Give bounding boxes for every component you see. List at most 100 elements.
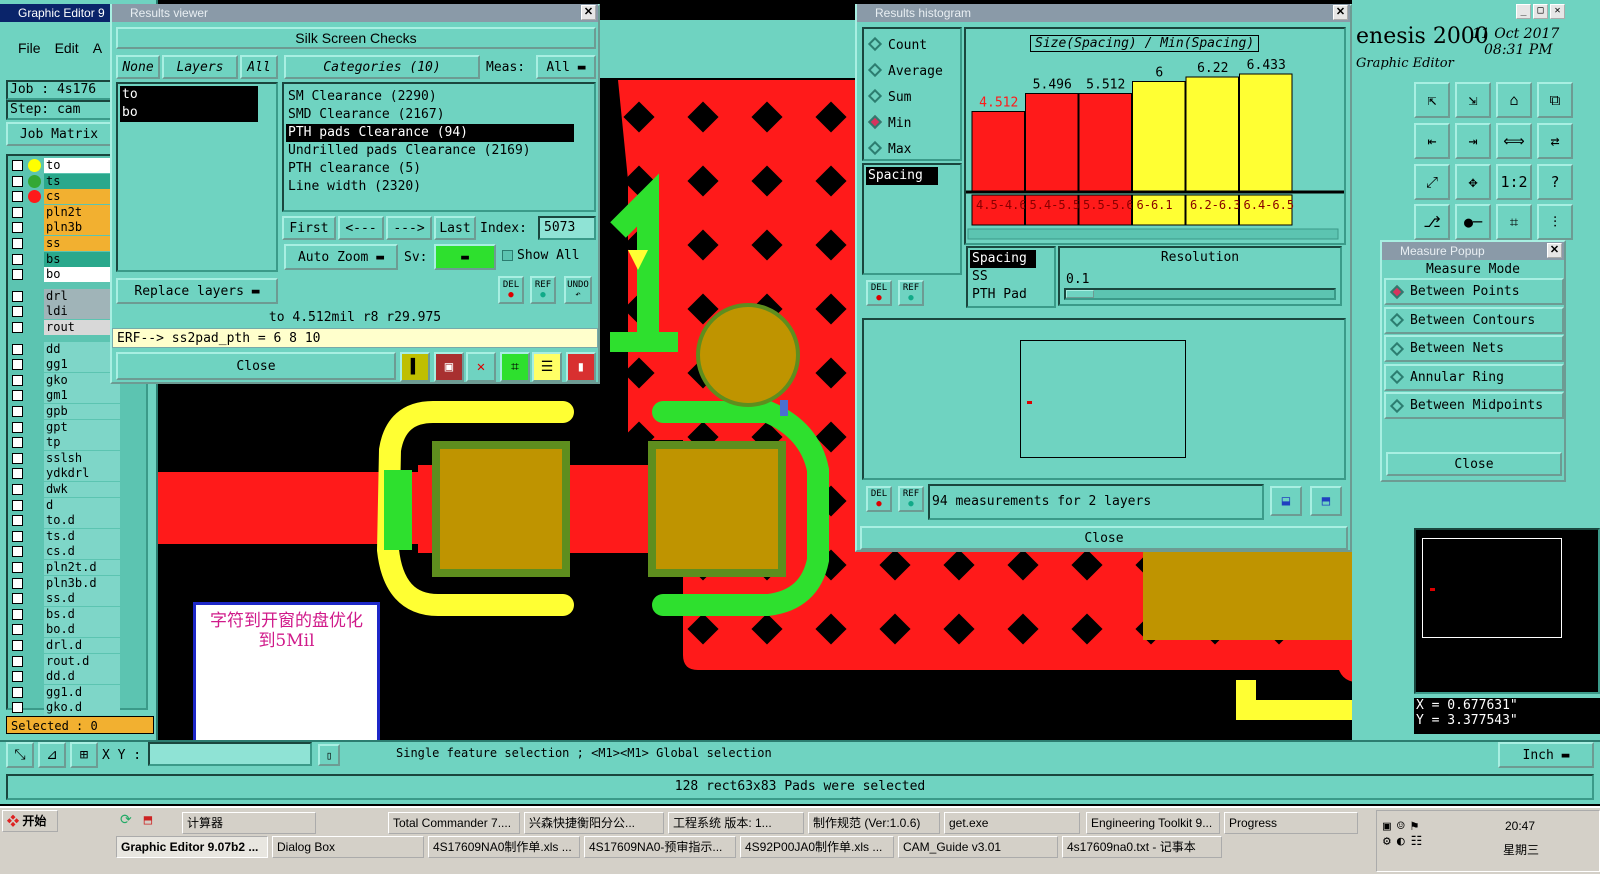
preview-del-icon[interactable]: DEL ●	[866, 486, 892, 512]
taskbar-item[interactable]: 4S92P00JA0制作单.xls ...	[740, 836, 894, 858]
maximize-icon[interactable]: □	[1533, 4, 1548, 19]
layer-row[interactable]: rout	[10, 320, 122, 335]
measure-mode-option[interactable]: Between Nets	[1384, 335, 1564, 362]
job-matrix-button[interactable]: Job Matrix	[6, 122, 112, 146]
category-item[interactable]: SMD Clearance (2167)	[286, 106, 592, 124]
layer-row[interactable]: ldi	[10, 304, 122, 320]
layer-checkbox[interactable]	[12, 160, 23, 171]
layer-color-icon[interactable]: ▌	[400, 352, 430, 382]
fit-icon[interactable]: ⤢	[1414, 163, 1450, 200]
category-list[interactable]: SM Clearance (2290) SMD Clearance (2167) P…	[282, 82, 596, 212]
none-button[interactable]: None	[116, 55, 160, 79]
select-mode-icon[interactable]: ⤡	[6, 742, 34, 768]
app-icon[interactable]: ⟳	[120, 812, 132, 828]
category-item[interactable]: SM Clearance (2290)	[286, 88, 592, 106]
layer-select-list[interactable]: to bo	[116, 82, 278, 272]
hist-del-icon[interactable]: DEL ●	[866, 280, 892, 306]
taskbar-item[interactable]: Total Commander 7....	[388, 812, 520, 834]
histogram-close-button[interactable]: Close	[860, 526, 1348, 550]
layer-row[interactable]: gg1.d	[10, 684, 122, 700]
measure-list[interactable]: Spacing SS PTH Pad	[966, 246, 1056, 308]
layer-row[interactable]: bs	[10, 251, 122, 267]
layer-row[interactable]: to.d	[10, 513, 122, 529]
replace-layers-select[interactable]: Replace layers ▬	[116, 278, 278, 304]
histogram-bar[interactable]	[1239, 73, 1293, 192]
step-icon[interactable]: ⧉	[1537, 82, 1573, 118]
start-button[interactable]: ❖ 开始	[2, 810, 58, 832]
layers-button[interactable]: Layers	[162, 55, 238, 79]
layer-row[interactable]: rout.d	[10, 653, 122, 669]
layer-row[interactable]: cs.d	[10, 544, 122, 560]
taskbar-item[interactable]: Engineering Toolkit 9...	[1086, 812, 1220, 834]
layer-checkbox[interactable]	[12, 222, 23, 234]
layer-checkbox[interactable]	[12, 515, 23, 527]
down-icon[interactable]: ⇲	[1455, 82, 1491, 118]
zoom-fit-icon[interactable]: ⟺	[1496, 122, 1532, 159]
taskbar-item[interactable]: 4S17609NA0-预审指示...	[584, 836, 736, 858]
layer-row[interactable]: dwk	[10, 482, 122, 497]
preview-ref-icon[interactable]: REF ●	[898, 486, 924, 512]
categories-button[interactable]: Categories (10)	[284, 55, 480, 79]
meas-select[interactable]: All ▬	[536, 55, 596, 79]
category-item[interactable]: Undrilled pads Clearance (2169)	[286, 142, 592, 160]
del-icon[interactable]: DEL ●	[498, 276, 524, 304]
minimap[interactable]	[1414, 528, 1600, 694]
pdf-icon[interactable]: ⬒	[144, 812, 152, 828]
layer-checkbox[interactable]	[12, 484, 23, 495]
layer-row[interactable]: bs.d	[10, 606, 122, 622]
layer-row[interactable]: cs	[10, 189, 122, 205]
layer-checkbox[interactable]	[12, 577, 23, 589]
layer-checkbox[interactable]	[12, 702, 23, 714]
layer-checkbox[interactable]	[12, 306, 23, 318]
histogram-bar[interactable]	[971, 111, 1025, 192]
layer-row[interactable]: pln3b.d	[10, 575, 122, 591]
layer-row[interactable]: drl.d	[10, 638, 122, 653]
layer-option[interactable]: to	[120, 86, 258, 104]
zoom-out-icon[interactable]: ⬒	[1310, 486, 1342, 516]
taskbar-item[interactable]: 工程系统 版本: 1...	[668, 812, 804, 834]
units-select[interactable]: Inch ▬	[1498, 742, 1594, 768]
layer-row[interactable]: gko.d	[10, 700, 122, 716]
display-icon[interactable]: ▣	[434, 352, 464, 382]
layer-row[interactable]: dd.d	[10, 669, 122, 685]
undo-icon[interactable]: UNDO ↶	[564, 276, 592, 304]
layer-checkbox[interactable]	[12, 269, 23, 281]
layer-checkbox[interactable]	[12, 191, 23, 203]
layer-checkbox[interactable]	[12, 359, 23, 371]
taskbar-item[interactable]: 4s17609na0.txt - 记事本	[1062, 836, 1222, 858]
snap-mode-icon[interactable]: ⊿	[38, 742, 66, 768]
layer-checkbox[interactable]	[12, 530, 23, 542]
layer-row[interactable]: gg1	[10, 357, 122, 373]
delete-mark-icon[interactable]: ✕	[466, 352, 496, 382]
histogram-bar[interactable]	[1132, 81, 1186, 192]
measure-mode-option[interactable]: Annular Ring	[1384, 363, 1564, 391]
layer-row[interactable]: gm1	[10, 388, 122, 404]
stat-option[interactable]: Average	[867, 59, 954, 85]
all-button[interactable]: All	[240, 55, 278, 79]
layer-checkbox[interactable]	[12, 238, 23, 249]
taskbar-item[interactable]: get.exe	[944, 812, 1080, 834]
home-icon[interactable]: ⌂	[1496, 82, 1532, 118]
histogram-scrollbar[interactable]	[967, 228, 1339, 240]
category-item[interactable]: Line width (2320)	[286, 178, 592, 196]
taskbar-item[interactable]: 计算器	[182, 812, 316, 834]
layer-row[interactable]: tp	[10, 435, 122, 451]
layer-row[interactable]: bo.d	[10, 622, 122, 638]
layer-row[interactable]: ts.d	[10, 528, 122, 544]
taskbar-item[interactable]: 4S17609NA0制作单.xls ...	[428, 836, 580, 858]
layer-checkbox[interactable]	[12, 343, 23, 355]
layer-checkbox[interactable]	[12, 452, 23, 464]
xy-input[interactable]	[148, 742, 312, 766]
stat-option[interactable]: Max	[867, 137, 954, 159]
measure-item[interactable]: PTH Pad	[970, 286, 1052, 304]
layer-checkbox[interactable]	[12, 562, 23, 573]
menu-a[interactable]: A	[93, 40, 102, 62]
snap-left-icon[interactable]: ⇤	[1414, 122, 1450, 159]
measure-icon[interactable]: ⎇	[1414, 204, 1450, 241]
layer-checkbox[interactable]	[12, 546, 23, 558]
layer-checkbox[interactable]	[12, 374, 23, 386]
taskbar-item[interactable]: 兴森快捷衡阳分公...	[524, 812, 664, 834]
layer-checkbox[interactable]	[12, 437, 23, 449]
close-icon[interactable]: ✕	[1333, 5, 1348, 20]
close-icon[interactable]: ✕	[581, 5, 596, 20]
